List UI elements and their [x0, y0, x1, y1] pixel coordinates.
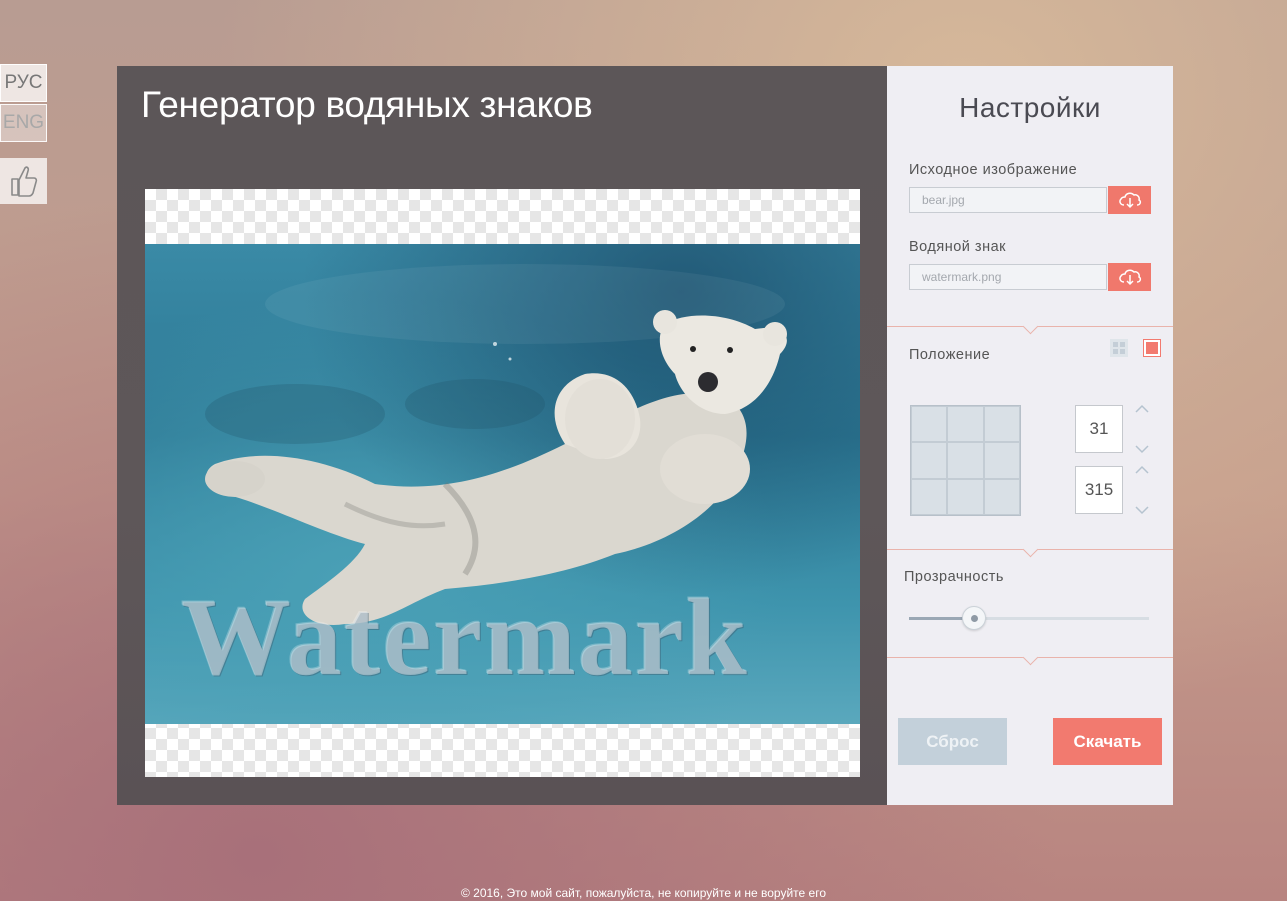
- watermark-label: Водяной знак: [909, 239, 1006, 255]
- section-divider: [887, 326, 1173, 327]
- single-mode-button[interactable]: [1143, 339, 1161, 357]
- position-label: Положение: [909, 347, 991, 363]
- section-divider: [887, 549, 1173, 550]
- settings-panel: Настройки Исходное изображение bear.jpg …: [887, 66, 1173, 805]
- preview-panel: Генератор водяных знаков Watermark: [117, 66, 887, 805]
- position-cell[interactable]: [911, 478, 948, 515]
- lang-ru-button[interactable]: РУС: [0, 64, 47, 102]
- opacity-slider[interactable]: [909, 606, 1149, 630]
- source-image: Watermark: [145, 244, 860, 724]
- position-cell[interactable]: [911, 442, 948, 479]
- opacity-slider-thumb[interactable]: [962, 606, 986, 630]
- chevron-up-icon[interactable]: [1135, 404, 1149, 414]
- position-cell[interactable]: [947, 442, 984, 479]
- like-button[interactable]: [0, 158, 47, 204]
- position-cell[interactable]: [947, 478, 984, 515]
- coord-y-input[interactable]: 315: [1075, 466, 1123, 514]
- settings-title: Настройки: [959, 92, 1101, 123]
- single-tile-icon: [1143, 339, 1161, 357]
- thumbs-up-icon: [10, 166, 37, 197]
- source-upload-button[interactable]: [1108, 186, 1151, 214]
- position-grid: [910, 405, 1021, 516]
- position-cell[interactable]: [947, 406, 984, 443]
- watermark-upload-button[interactable]: [1108, 263, 1151, 291]
- app-title: Генератор водяных знаков: [141, 84, 593, 125]
- tile-mode-button[interactable]: [1110, 339, 1128, 357]
- opacity-label: Прозрачность: [904, 569, 1004, 585]
- cloud-upload-icon: [1118, 269, 1141, 286]
- chevron-down-icon[interactable]: [1135, 444, 1149, 454]
- preview-canvas: Watermark: [145, 189, 860, 777]
- lang-en-button[interactable]: ENG: [0, 104, 47, 142]
- source-image-field[interactable]: bear.jpg: [909, 187, 1107, 213]
- watermark-overlay[interactable]: Watermark: [181, 574, 749, 701]
- cloud-upload-icon: [1118, 192, 1141, 209]
- source-image-label: Исходное изображение: [909, 162, 1078, 178]
- chevron-up-icon[interactable]: [1135, 465, 1149, 475]
- coord-x-input[interactable]: 31: [1075, 405, 1123, 453]
- language-switcher: РУС ENG: [0, 64, 47, 144]
- watermark-file-field[interactable]: watermark.png: [909, 264, 1107, 290]
- position-cell[interactable]: [983, 478, 1020, 515]
- section-divider: [887, 657, 1173, 658]
- footer-copyright: © 2016, Это мой сайт, пожалуйста, не коп…: [460, 886, 826, 900]
- reset-button[interactable]: Сброс: [898, 718, 1007, 765]
- position-cell[interactable]: [983, 406, 1020, 443]
- chevron-down-icon[interactable]: [1135, 505, 1149, 515]
- position-cell[interactable]: [911, 406, 948, 443]
- grid-tile-icon: [1110, 339, 1128, 357]
- position-cell[interactable]: [983, 442, 1020, 479]
- download-button[interactable]: Скачать: [1053, 718, 1162, 765]
